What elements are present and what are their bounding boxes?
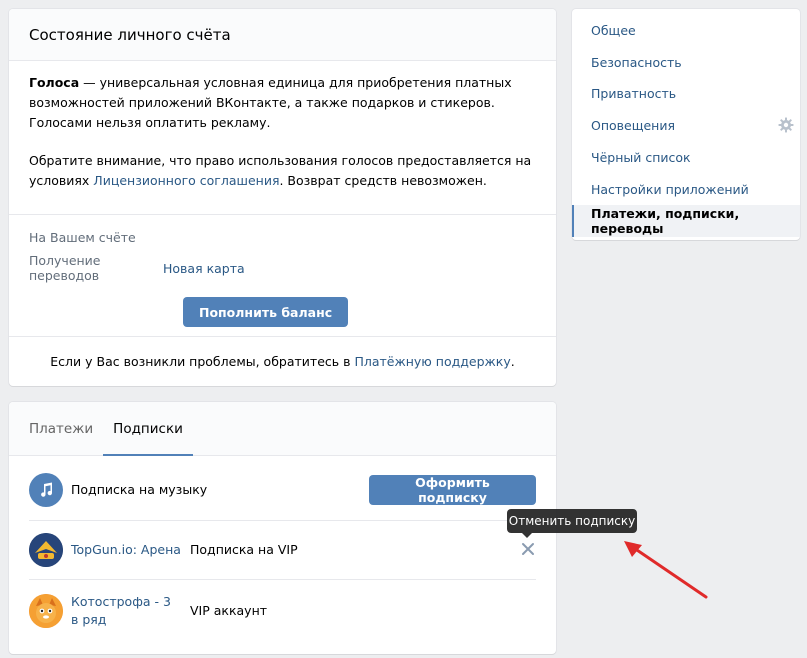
tab-payments[interactable]: Платежи [19,402,103,455]
menu-item-blacklist[interactable]: Чёрный список [572,141,800,173]
subscription-row: TopGun.io: Арена Подписка на VIP [29,520,536,578]
support-text: Если у Вас возникли проблемы, обратитесь… [50,354,351,369]
annotation-arrow-icon [624,541,708,599]
music-icon [29,473,63,507]
subscription-app-link[interactable]: TopGun.io: Арена [71,541,181,559]
license-agreement-link[interactable]: Лицензионного соглашения [93,173,279,188]
menu-item-notifications[interactable]: Оповещения [572,109,800,141]
menu-item-general[interactable]: Общее [572,14,800,46]
votes-definition: — универсальная условная единица для при… [29,75,512,130]
votes-term: Голоса [29,75,80,90]
subscribe-music-button[interactable]: Оформить подписку [369,475,536,505]
balance-section: На Вашем счёте Получение переводов Новая… [9,214,556,327]
subscription-app-link[interactable]: Котострофа - 3 в ряд [71,593,175,629]
votes-description: Голоса — универсальная условная единица … [9,61,556,191]
subscriptions-card: Платежи Подписки Подписка на музыку Офор… [9,402,556,654]
balance-label: На Вашем счёте [29,230,136,245]
menu-item-privacy[interactable]: Приватность [572,77,800,109]
cat-app-icon[interactable] [29,593,63,628]
music-subscription-name: Подписка на музыку [71,482,208,497]
page-title: Состояние личного счёта [29,25,231,44]
new-card-link[interactable]: Новая карта [163,261,245,276]
menu-item-app-settings[interactable]: Настройки приложений [572,173,800,205]
payment-support-link[interactable]: Платёжную поддержку [354,354,510,369]
subscription-row: Котострофа - 3 в ряд VIP аккаунт [29,579,536,641]
subscription-type: Подписка на VIP [190,542,298,557]
payments-tabs: Платежи Подписки [9,402,556,456]
cancel-subscription-tooltip: Отменить подписку [507,509,637,538]
music-subscription-row: Подписка на музыку Оформить подписку [29,461,536,519]
settings-menu: Общее Безопасность Приватность Оповещени… [572,9,800,240]
menu-item-security[interactable]: Безопасность [572,46,800,78]
menu-item-label: Оповещения [591,117,675,133]
account-status-header: Состояние личного счёта [9,9,556,61]
support-tail: . [510,354,515,369]
topup-balance-button[interactable]: Пополнить баланс [183,297,349,327]
subscription-type: VIP аккаунт [190,603,268,618]
tab-subscriptions[interactable]: Подписки [103,402,193,456]
support-notice: Если у Вас возникли проблемы, обратитесь… [9,336,556,386]
transfers-label: Получение переводов [29,253,101,283]
notice-tail: . Возврат средств невозможен. [279,173,487,188]
menu-item-payments[interactable]: Платежи, подписки, переводы [572,205,800,237]
topgun-app-icon[interactable] [29,532,63,567]
cancel-subscription-close-icon[interactable] [520,541,536,557]
gear-icon[interactable] [778,117,794,133]
account-status-card: Состояние личного счёта Голоса — универс… [9,9,556,386]
